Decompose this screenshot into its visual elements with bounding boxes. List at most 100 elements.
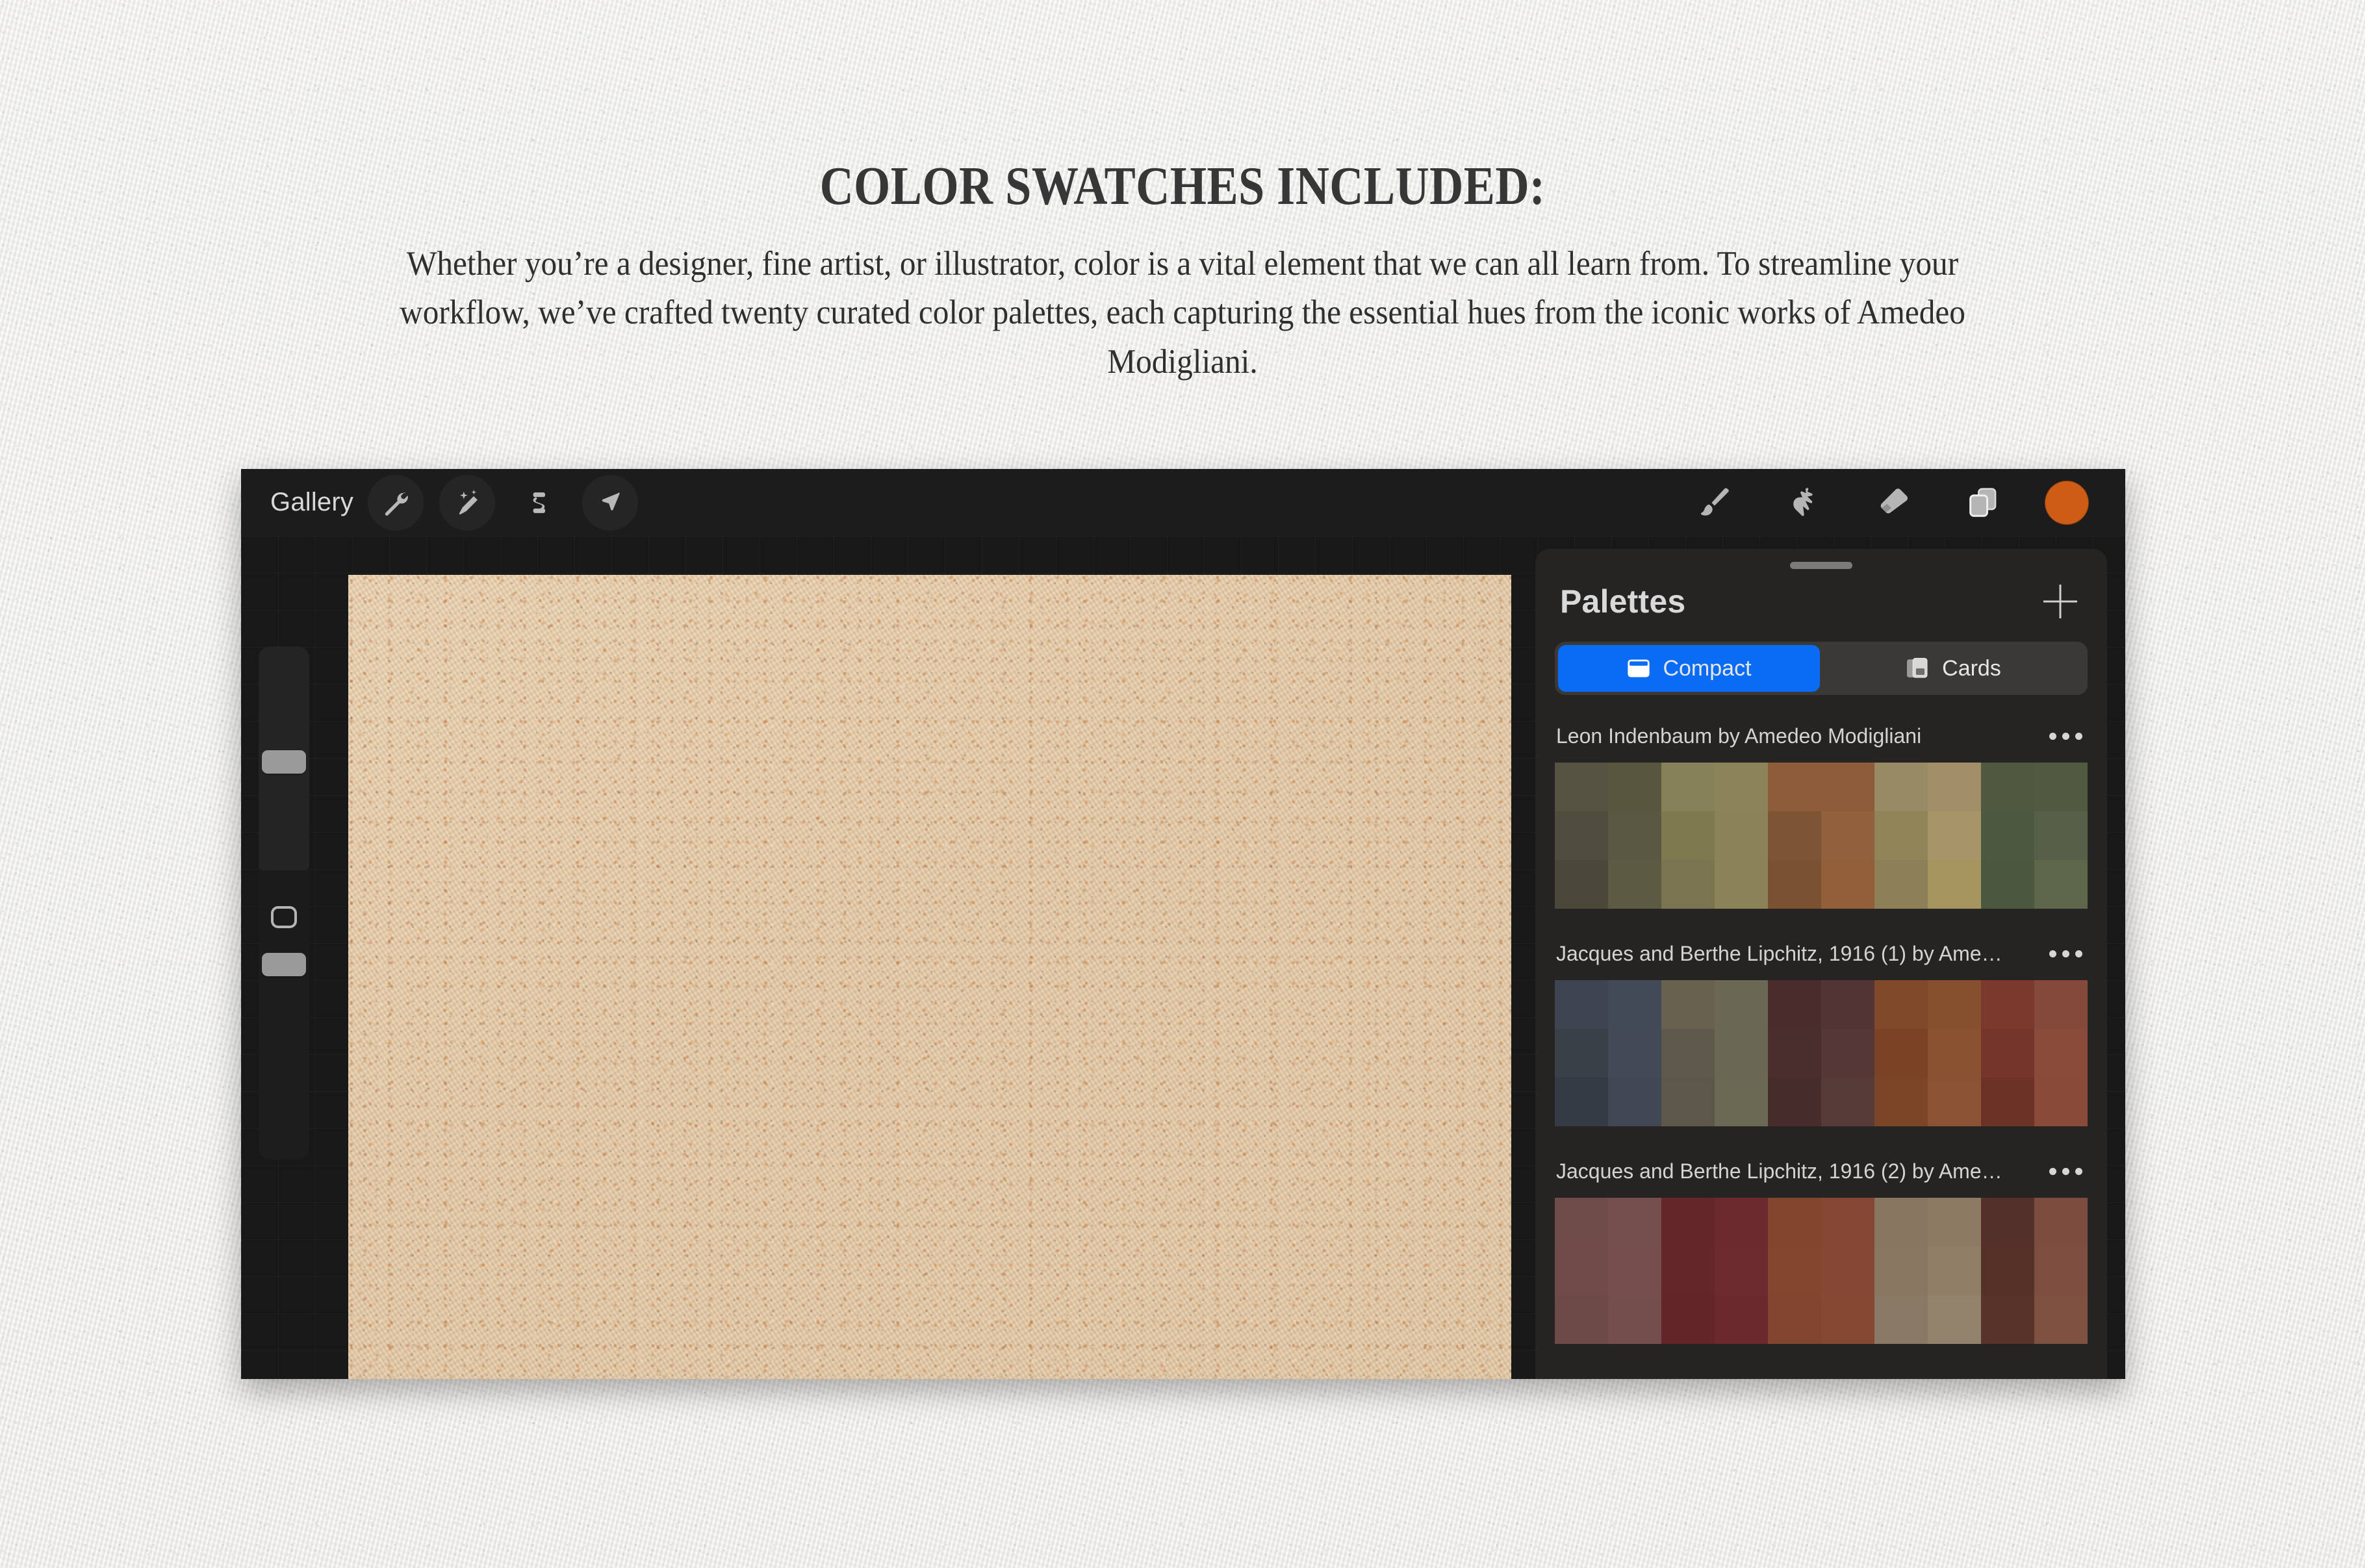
color-swatch[interactable]	[1768, 1078, 1821, 1126]
color-swatch[interactable]	[1608, 1246, 1661, 1295]
color-swatch[interactable]	[1661, 860, 1715, 909]
color-swatch[interactable]	[1928, 1029, 1981, 1078]
paint-brush-icon[interactable]	[1686, 475, 1742, 531]
color-swatch[interactable]	[2034, 1029, 2088, 1078]
color-swatch[interactable]	[1874, 811, 1928, 860]
drawing-canvas[interactable]	[348, 575, 1511, 1379]
color-swatch[interactable]	[1661, 1246, 1715, 1295]
color-swatch[interactable]	[1928, 1295, 1981, 1344]
eraser-icon[interactable]	[1865, 475, 1921, 531]
color-swatch[interactable]	[1768, 1198, 1821, 1246]
color-swatch[interactable]	[1874, 1295, 1928, 1344]
color-swatch[interactable]	[1555, 811, 1608, 860]
color-swatch-button[interactable]	[2045, 481, 2089, 525]
brush-opacity-slider[interactable]	[259, 952, 309, 1159]
color-swatch[interactable]	[1715, 1295, 1768, 1344]
color-swatch[interactable]	[1555, 763, 1608, 811]
color-swatch[interactable]	[1981, 1198, 2034, 1246]
color-swatch[interactable]	[1821, 763, 1874, 811]
color-swatch[interactable]	[1768, 1246, 1821, 1295]
color-swatch[interactable]	[1715, 860, 1768, 909]
color-swatch[interactable]	[1768, 1295, 1821, 1344]
gallery-button[interactable]: Gallery	[270, 481, 368, 524]
view-mode-compact-option[interactable]: Compact	[1558, 645, 1820, 692]
color-swatch[interactable]	[1608, 1029, 1661, 1078]
adjustments-magic-wand-icon[interactable]	[439, 475, 495, 531]
color-swatch[interactable]	[1555, 860, 1608, 909]
color-swatch[interactable]	[1981, 1078, 2034, 1126]
color-swatch[interactable]	[1715, 980, 1768, 1029]
color-swatch[interactable]	[1821, 1029, 1874, 1078]
color-swatch[interactable]	[1874, 860, 1928, 909]
color-swatch[interactable]	[1874, 1078, 1928, 1126]
color-swatch[interactable]	[1555, 1246, 1608, 1295]
color-swatch[interactable]	[1981, 1295, 2034, 1344]
color-swatch[interactable]	[1821, 811, 1874, 860]
color-swatch[interactable]	[1821, 1246, 1874, 1295]
layers-icon[interactable]	[1955, 475, 2011, 531]
color-swatch[interactable]	[1821, 860, 1874, 909]
color-swatch[interactable]	[1661, 980, 1715, 1029]
color-swatch[interactable]	[1608, 980, 1661, 1029]
color-swatch[interactable]	[2034, 763, 2088, 811]
color-swatch[interactable]	[1608, 860, 1661, 909]
color-swatch[interactable]	[1661, 1198, 1715, 1246]
color-swatch[interactable]	[2034, 980, 2088, 1029]
color-swatch[interactable]	[2034, 1246, 2088, 1295]
color-swatch[interactable]	[1555, 1295, 1608, 1344]
brush-opacity-slider-thumb[interactable]	[262, 953, 306, 976]
color-swatch[interactable]	[1874, 763, 1928, 811]
color-swatch[interactable]	[1608, 811, 1661, 860]
color-swatch[interactable]	[1928, 1246, 1981, 1295]
color-swatch[interactable]	[1661, 1078, 1715, 1126]
color-swatch[interactable]	[1928, 811, 1981, 860]
color-swatch[interactable]	[1981, 980, 2034, 1029]
color-swatch[interactable]	[1555, 1029, 1608, 1078]
color-swatch[interactable]	[2034, 1198, 2088, 1246]
color-swatch[interactable]	[1821, 1078, 1874, 1126]
color-swatch[interactable]	[2034, 860, 2088, 909]
color-swatch[interactable]	[1928, 980, 1981, 1029]
color-swatch[interactable]	[1821, 980, 1874, 1029]
color-swatch[interactable]	[1928, 763, 1981, 811]
color-swatch[interactable]	[1768, 763, 1821, 811]
color-swatch[interactable]	[1981, 860, 2034, 909]
brush-size-slider[interactable]	[259, 646, 309, 870]
panel-drag-handle[interactable]	[1790, 562, 1852, 569]
color-swatch[interactable]	[1768, 811, 1821, 860]
color-swatch[interactable]	[1981, 811, 2034, 860]
color-swatch[interactable]	[1981, 1029, 2034, 1078]
color-swatch[interactable]	[1981, 1246, 2034, 1295]
color-swatch[interactable]	[1661, 811, 1715, 860]
color-swatch[interactable]	[1555, 1198, 1608, 1246]
color-swatch[interactable]	[1981, 763, 2034, 811]
color-swatch[interactable]	[1715, 1029, 1768, 1078]
brush-size-slider-thumb[interactable]	[262, 750, 306, 774]
color-swatch[interactable]	[1715, 1078, 1768, 1126]
color-swatch[interactable]	[2034, 1078, 2088, 1126]
modify-button[interactable]	[271, 906, 297, 928]
color-swatch[interactable]	[1874, 1029, 1928, 1078]
palette-overflow-menu-icon[interactable]	[2047, 725, 2085, 748]
color-swatch[interactable]	[1661, 1295, 1715, 1344]
color-swatch[interactable]	[1928, 860, 1981, 909]
color-swatch[interactable]	[2034, 1295, 2088, 1344]
color-swatch[interactable]	[1608, 763, 1661, 811]
view-mode-segmented-control[interactable]: Compact Cards	[1555, 642, 2088, 695]
color-swatch[interactable]	[1715, 763, 1768, 811]
actions-wrench-icon[interactable]	[368, 475, 424, 531]
palette-overflow-menu-icon[interactable]	[2047, 1160, 2085, 1183]
color-swatch[interactable]	[1555, 980, 1608, 1029]
color-swatch[interactable]	[1768, 860, 1821, 909]
color-swatch[interactable]	[1661, 763, 1715, 811]
color-swatch[interactable]	[1661, 1029, 1715, 1078]
color-swatch[interactable]	[2034, 811, 2088, 860]
color-swatch[interactable]	[1608, 1198, 1661, 1246]
color-swatch[interactable]	[1768, 1029, 1821, 1078]
transform-arrow-icon[interactable]	[582, 475, 638, 531]
selection-s-icon[interactable]	[511, 475, 567, 531]
color-swatch[interactable]	[1874, 1246, 1928, 1295]
palette-list[interactable]: Leon Indenbaum by Amedeo ModiglianiJacqu…	[1535, 709, 2107, 1344]
palette-overflow-menu-icon[interactable]	[2047, 942, 2085, 965]
color-swatch[interactable]	[1874, 1198, 1928, 1246]
